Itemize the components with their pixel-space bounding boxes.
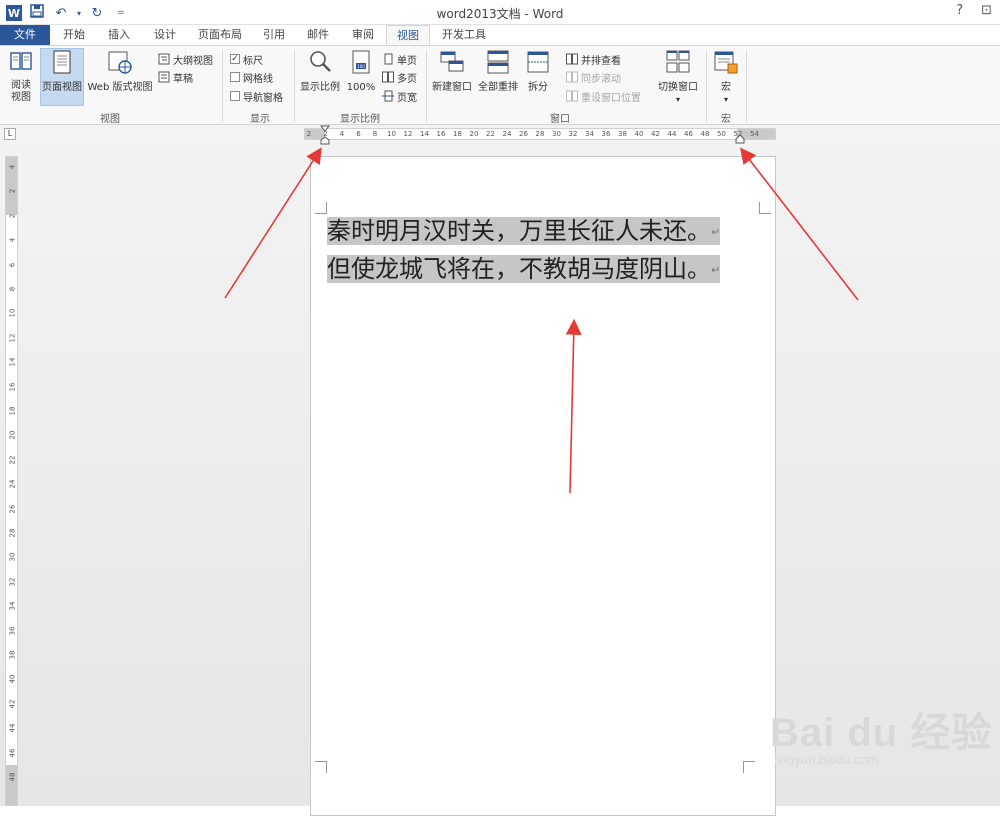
arrow-to-right-indent — [740, 147, 859, 301]
annotation-arrows — [224, 147, 859, 494]
arrow-to-text — [565, 318, 582, 494]
arrow-to-left-indent — [224, 147, 322, 299]
watermark-brand: Bai du 经验 — [770, 711, 993, 755]
baidu-watermark: Bai du 经验 jingyan.baidu.com — [770, 700, 992, 767]
